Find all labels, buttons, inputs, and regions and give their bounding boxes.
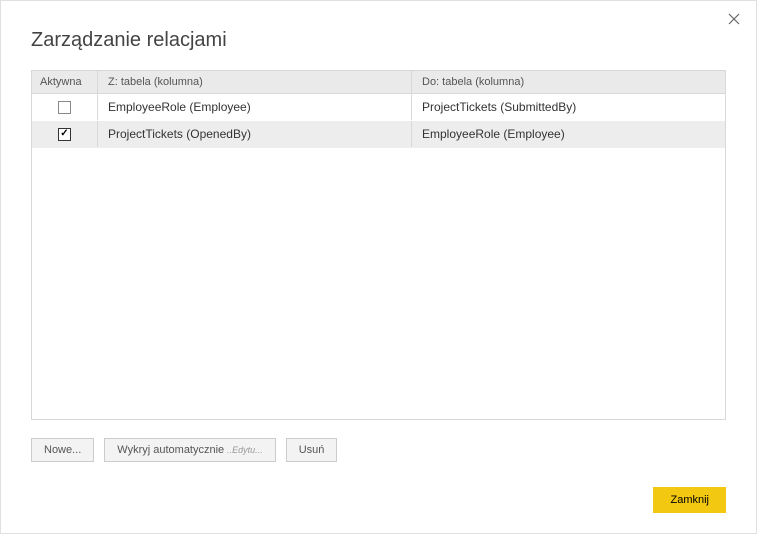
new-button[interactable]: Nowe...	[31, 438, 94, 462]
header-to: Do: tabela (kolumna)	[412, 71, 725, 93]
close-icon[interactable]	[724, 9, 744, 29]
dialog-title: Zarządzanie relacjami	[1, 1, 756, 70]
relationships-table: Aktywna Z: tabela (kolumna) Do: tabela (…	[31, 70, 726, 420]
table-header-row: Aktywna Z: tabela (kolumna) Do: tabela (…	[32, 71, 725, 94]
cell-to: EmployeeRole (Employee)	[412, 121, 725, 147]
active-checkbox[interactable]	[58, 101, 71, 114]
autodetect-button[interactable]: Wykryj automatycznie..Edytu...	[104, 438, 275, 462]
action-buttons: Nowe... Wykryj automatycznie..Edytu... U…	[1, 420, 756, 462]
table-body: EmployeeRole (Employee) ProjectTickets (…	[32, 94, 725, 419]
cell-from: EmployeeRole (Employee)	[98, 94, 412, 120]
dialog-footer: Zamknij	[653, 487, 726, 513]
cell-to: ProjectTickets (SubmittedBy)	[412, 94, 725, 120]
delete-button[interactable]: Usuń	[286, 438, 338, 462]
header-from: Z: tabela (kolumna)	[98, 71, 412, 93]
header-active: Aktywna	[32, 71, 98, 93]
close-button[interactable]: Zamknij	[653, 487, 726, 513]
active-checkbox[interactable]	[58, 128, 71, 141]
autodetect-label: Wykryj automatycznie	[117, 444, 224, 456]
table-row[interactable]: EmployeeRole (Employee) ProjectTickets (…	[32, 94, 725, 121]
cell-from: ProjectTickets (OpenedBy)	[98, 121, 412, 147]
autodetect-sublabel: ..Edytu...	[227, 445, 263, 455]
table-row[interactable]: ProjectTickets (OpenedBy) EmployeeRole (…	[32, 121, 725, 148]
